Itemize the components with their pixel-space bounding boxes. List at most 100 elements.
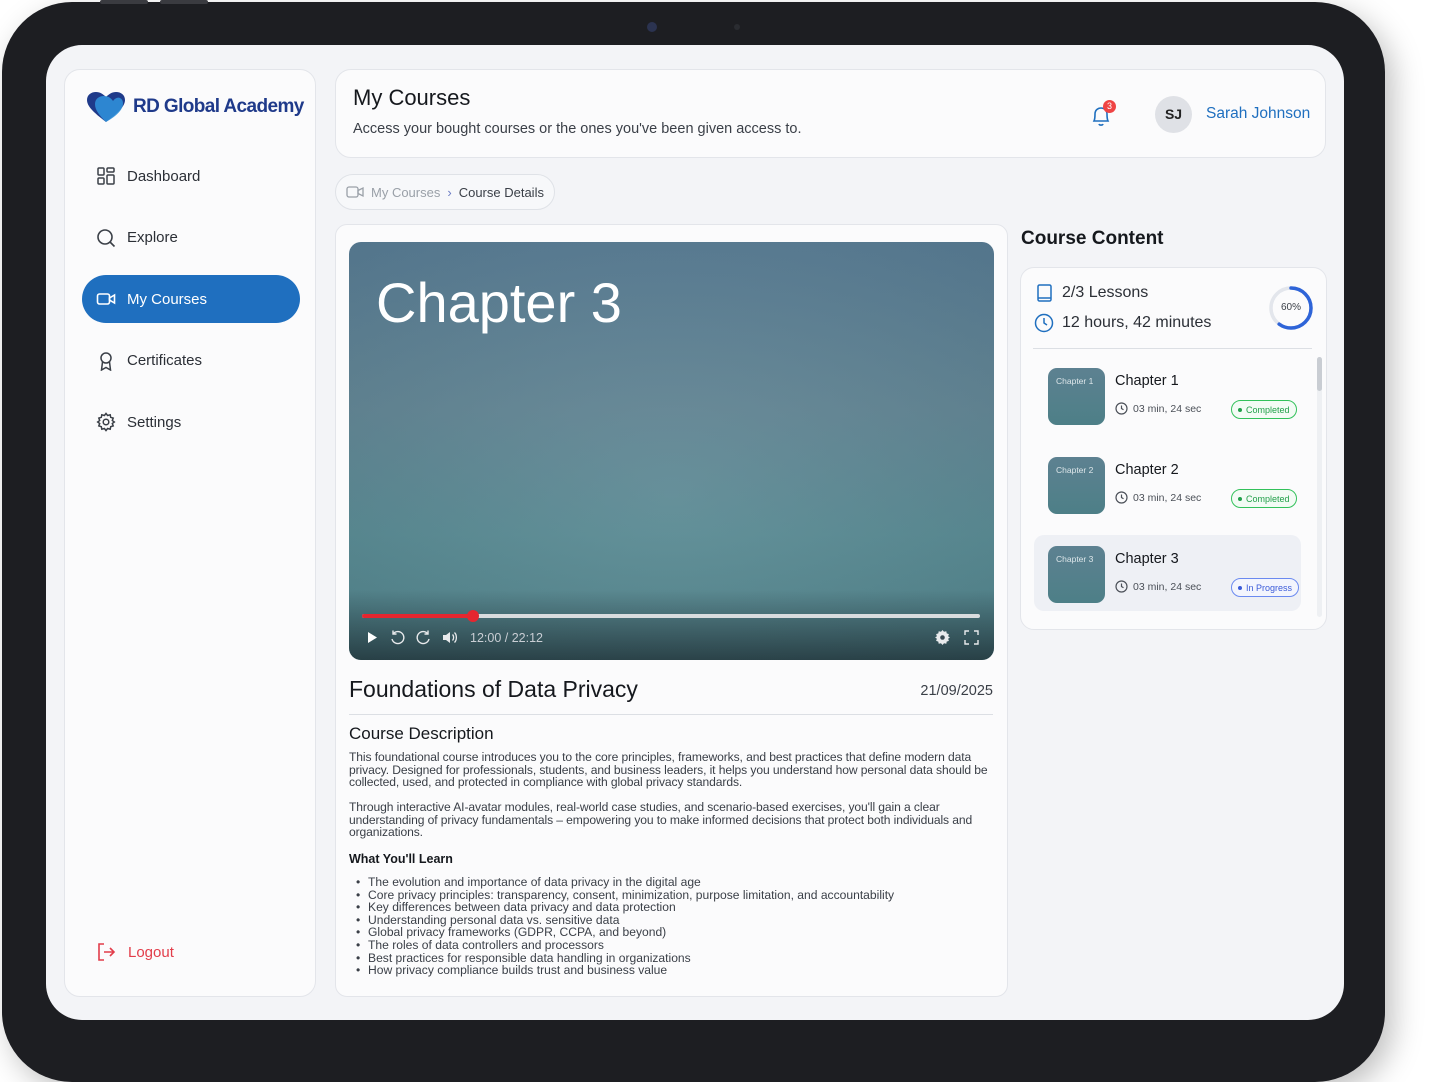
clock-icon [1115, 491, 1128, 504]
sidebar-item-label: Certificates [127, 352, 203, 369]
list-item: How privacy compliance builds trust and … [349, 964, 894, 977]
fullscreen-button[interactable] [963, 629, 980, 646]
video-controls-shade [349, 590, 994, 660]
tablet-frame: RD Global Academy Dashboard Explore My C… [2, 0, 1385, 1082]
status-dot [1238, 496, 1242, 501]
duration-stat-text: 12 hours, 42 minutes [1062, 314, 1212, 331]
video-camera-icon [346, 186, 364, 198]
volume-button[interactable] [441, 629, 458, 646]
fullscreen-icon [964, 630, 979, 645]
avatar[interactable]: SJ [1155, 96, 1192, 133]
breadcrumb: My Courses › Course Details [335, 174, 555, 210]
video-time: 12:00 / 22:12 [470, 630, 543, 645]
video-controls-right [934, 629, 980, 646]
lesson-title: Chapter 1 [1115, 373, 1179, 389]
notifications-button[interactable]: 3 [1090, 100, 1116, 128]
sidebar-item-explore[interactable]: Explore [82, 214, 300, 262]
play-button[interactable] [363, 629, 380, 646]
learn-list: The evolution and importance of data pri… [349, 876, 894, 977]
rewind-icon [391, 630, 405, 645]
lesson-duration: 03 min, 24 sec [1115, 580, 1201, 593]
lesson-duration: 03 min, 24 sec [1115, 491, 1201, 504]
logout-icon [98, 943, 116, 961]
video-title: Chapter 3 [376, 271, 622, 334]
sidebar-item-label: Explore [127, 229, 178, 246]
lesson-list-scrollbar[interactable] [1317, 357, 1322, 617]
description-paragraph: This foundational course introduces you … [349, 750, 988, 790]
video-progress-fill [362, 614, 474, 618]
lesson-thumbnail: Chapter 3 [1048, 546, 1105, 603]
lesson-duration-text: 03 min, 24 sec [1133, 402, 1202, 415]
course-content-title: Course Content [1021, 228, 1164, 249]
lesson-item[interactable]: Chapter 1 Chapter 1 03 min, 24 sec Compl… [1034, 357, 1301, 433]
video-progress-bar[interactable] [362, 610, 980, 622]
lesson-thumbnail: Chapter 1 [1048, 368, 1105, 425]
clock-icon [1115, 402, 1128, 415]
list-item: The roles of data controllers and proces… [349, 939, 894, 952]
divider [349, 714, 993, 715]
brand-name: RD Global Academy [133, 96, 304, 117]
page-header: My Courses Access your bought courses or… [335, 69, 1326, 158]
sidebar-item-dashboard[interactable]: Dashboard [82, 152, 300, 200]
status-badge-label: Completed [1246, 404, 1290, 415]
breadcrumb-my-courses[interactable]: My Courses [371, 185, 440, 200]
rewind-button[interactable] [389, 629, 406, 646]
brand-logo[interactable]: RD Global Academy [85, 90, 304, 124]
lesson-title: Chapter 3 [1115, 551, 1179, 567]
description-paragraph: Through interactive AI-avatar modules, r… [349, 800, 973, 840]
lesson-item[interactable]: Chapter 2 Chapter 2 03 min, 24 sec Compl… [1034, 446, 1301, 522]
sidebar-item-label: Dashboard [127, 167, 201, 185]
volume-icon [443, 632, 458, 643]
chevron-right-icon: › [447, 184, 452, 200]
camera-sensor [734, 24, 740, 30]
camera-lens [647, 22, 657, 32]
play-icon [368, 632, 377, 643]
forward-button[interactable] [415, 629, 432, 646]
page-title: My Courses [353, 85, 471, 110]
gear-icon [96, 412, 116, 432]
heart-logo-icon [87, 92, 125, 122]
status-dot [1238, 585, 1242, 590]
page-subtitle: Access your bought courses or the ones y… [353, 121, 802, 137]
lesson-duration-text: 03 min, 24 sec [1133, 491, 1202, 504]
sidebar-item-label: Settings [127, 413, 182, 431]
description-heading: Course Description [349, 724, 494, 743]
divider [1033, 348, 1312, 349]
clock-icon [1115, 580, 1128, 593]
status-badge-label: In Progress [1246, 582, 1293, 593]
breadcrumb-current: Course Details [458, 184, 544, 200]
grid-icon [97, 167, 115, 185]
status-badge: In Progress [1231, 578, 1300, 597]
progress-ring-label: 60% [1280, 302, 1301, 313]
status-dot [1238, 407, 1242, 412]
video-player[interactable]: Chapter 3 12:00 / 22:12 [349, 242, 994, 660]
lesson-thumbnail: Chapter 2 [1048, 457, 1105, 514]
user-name[interactable]: Sarah Johnson [1206, 105, 1310, 123]
hardware-button [160, 0, 208, 4]
status-badge: Completed [1231, 400, 1297, 419]
lesson-item[interactable]: Chapter 3 Chapter 3 03 min, 24 sec In Pr… [1034, 535, 1301, 611]
logout-button[interactable]: Logout [96, 942, 174, 962]
learn-heading: What You'll Learn [349, 852, 453, 866]
course-content-card: 2/3 Lessons 12 hours, 42 minutes 60% Cha… [1020, 267, 1327, 630]
sidebar-item-my-courses[interactable]: My Courses [82, 275, 300, 323]
status-badge-label: Completed [1246, 493, 1290, 504]
sidebar-item-settings[interactable]: Settings [82, 398, 300, 446]
forward-icon [416, 630, 430, 645]
sidebar-item-certificates[interactable]: Certificates [82, 337, 300, 385]
video-settings-button[interactable] [934, 629, 951, 646]
app-screen: RD Global Academy Dashboard Explore My C… [46, 45, 1344, 1020]
award-icon [100, 351, 112, 371]
status-badge: Completed [1231, 489, 1297, 508]
scrollbar-thumb[interactable] [1317, 357, 1322, 391]
hardware-button [100, 0, 148, 4]
sidebar-item-label: My Courses [127, 290, 208, 308]
course-date: 21/09/2025 [920, 683, 993, 699]
course-title: Foundations of Data Privacy [349, 676, 638, 702]
lesson-duration: 03 min, 24 sec [1115, 402, 1201, 415]
duration-stat: 12 hours, 42 minutes [1034, 313, 1211, 333]
clock-icon [1034, 313, 1054, 333]
lessons-stat-text: 2/3 Lessons [1062, 284, 1149, 301]
gear-icon [935, 630, 950, 645]
video-controls-left: 12:00 / 22:12 [363, 629, 543, 646]
